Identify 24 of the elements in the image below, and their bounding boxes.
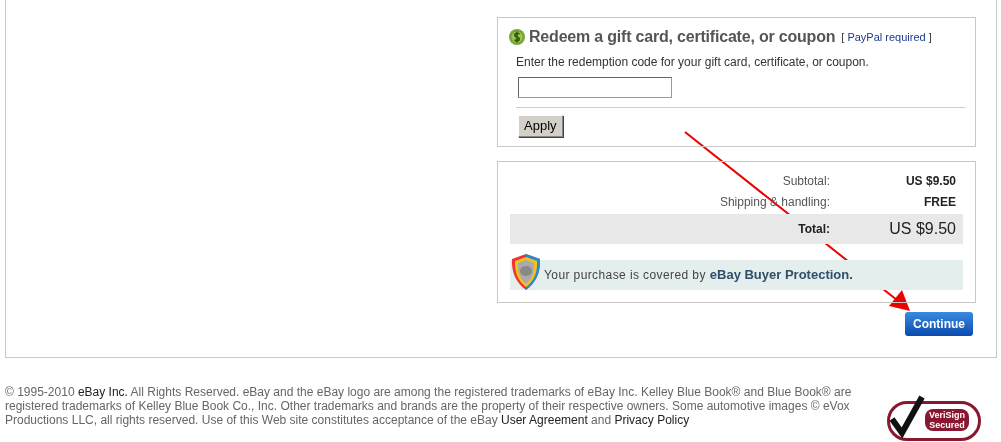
footer-link[interactable]: eBay Inc.	[77, 385, 128, 399]
summary-value: FREE	[923, 193, 956, 211]
footer-link[interactable]: User Agreement	[501, 413, 588, 427]
seal-text: VeriSign	[929, 410, 965, 420]
seal-text: Secured	[929, 420, 965, 430]
summary-label: Subtotal:	[781, 172, 830, 190]
total-value: US $9.50	[888, 219, 956, 239]
shield-icon	[510, 253, 542, 291]
bracket: ]	[928, 29, 932, 45]
copyright-notice: © 1995-2010 eBay Inc. All Rights Reserved. eBay and the eBay logo are among the registered trademarks of eBay Inc. Kelley Blue Book® and Blue Book® are registered trademarks of Kelley Blue Book Co., Inc. Other trademarks and brands are the property of their respective owners. Some automotive images © eVox Productions LLC, all rights reserved. Use of this Web site constitutes acceptance of the eBay User Agreement and Privacy Policy	[5, 385, 853, 429]
continue-button[interactable]: Continue	[905, 312, 973, 336]
bracket: [	[841, 29, 845, 45]
footer-link[interactable]: Privacy Policy	[614, 413, 690, 427]
paypal-link[interactable]: PayPal required	[847, 28, 926, 46]
dollar-badge-icon	[508, 27, 526, 47]
apply-button[interactable]: Apply	[518, 114, 563, 137]
buyer-protection-logo-text: eBay Buyer Protection.	[709, 266, 853, 285]
protection-text: Your purchase is covered by	[544, 267, 706, 284]
total-label: Total:	[797, 221, 830, 238]
redeem-title: Redeem a gift card, certificate, or coupon	[529, 27, 836, 47]
checkmark-icon	[889, 393, 925, 439]
summary-value: US $9.50	[904, 172, 956, 190]
redemption-code-field[interactable]	[518, 77, 672, 98]
instructions: Enter the redemption code for your gift card, certificate, or coupon.	[516, 54, 870, 71]
